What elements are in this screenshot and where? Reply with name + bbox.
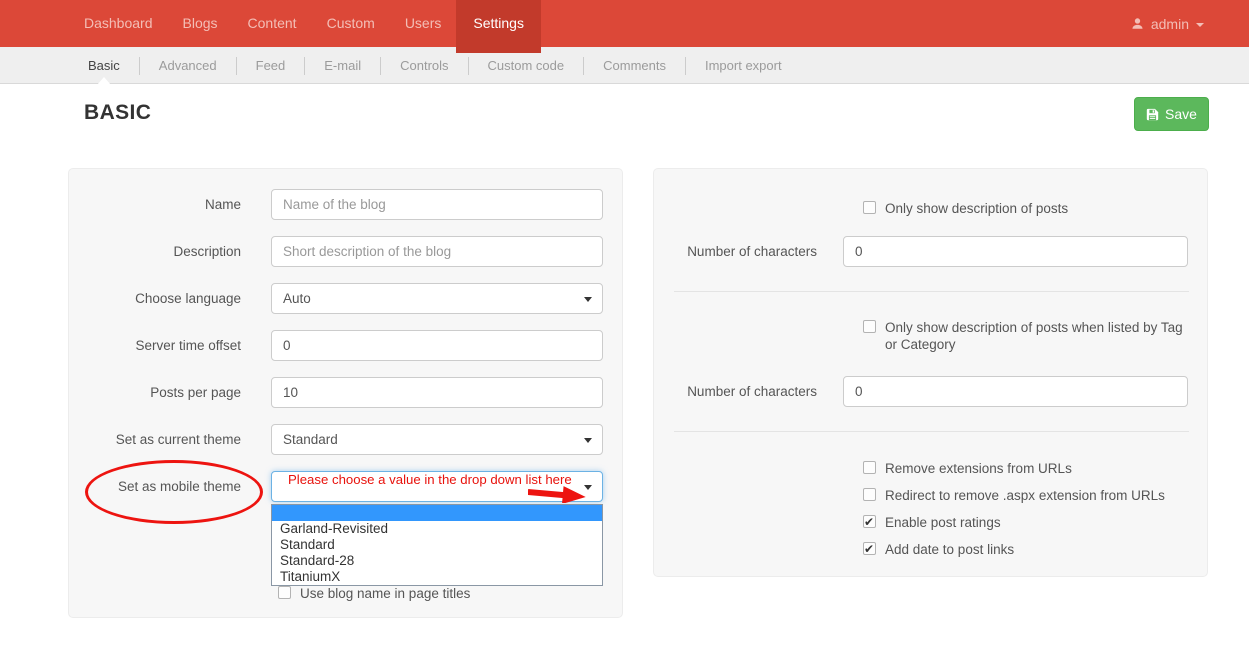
language-label: Choose language [69,283,241,314]
section-divider [674,291,1189,292]
nav-item-content[interactable]: Content [233,0,312,47]
desc-by-tag-label: Only show description of posts when list… [885,319,1183,353]
description-input[interactable] [271,236,603,267]
posts-per-page-row: Posts per page [69,377,624,408]
remove-extensions-checkbox[interactable] [863,461,876,474]
user-icon [1131,17,1144,30]
desc-tag-row: Only show description of posts when list… [863,319,1183,353]
num-chars-row-1: Number of characters [654,236,1209,267]
mobile-theme-dropdown-list: Garland-Revisited Standard Standard-28 T… [271,504,603,586]
current-theme-label: Set as current theme [69,424,241,455]
redirect-aspx-label: Redirect to remove .aspx extension from … [885,487,1165,504]
select-caret-icon [584,297,592,302]
desc-posts-row: Only show description of posts [863,200,1068,217]
nav-item-custom[interactable]: Custom [312,0,390,47]
save-button-label: Save [1165,106,1197,122]
select-caret-icon [584,485,592,490]
language-row: Choose language Auto [69,283,624,314]
desc-by-tag-checkbox[interactable] [863,320,876,333]
settings-subnav: Basic Advanced Feed E-mail Controls Cust… [0,47,1249,84]
posts-per-page-input[interactable] [271,377,603,408]
use-blog-name-row: Use blog name in page titles [278,585,470,602]
select-caret-icon [584,438,592,443]
top-nav-items: Dashboard Blogs Content Custom Users Set… [69,0,541,47]
enable-ratings-row: Enable post ratings [863,514,1001,531]
nav-item-blogs[interactable]: Blogs [168,0,233,47]
page-title: BASIC [84,101,151,125]
num-chars-input-1[interactable] [843,236,1188,267]
tab-email[interactable]: E-mail [305,47,380,84]
name-label: Name [69,189,241,220]
enable-ratings-checkbox[interactable] [863,515,876,528]
save-disk-icon [1146,108,1159,121]
nav-item-dashboard[interactable]: Dashboard [69,0,168,47]
annotation-ellipse [85,460,263,524]
enable-ratings-label: Enable post ratings [885,514,1001,531]
language-select-value: Auto [283,291,311,306]
num-chars-label-2: Number of characters [654,376,817,407]
dropdown-option-standard[interactable]: Standard [272,537,602,553]
tab-import-export[interactable]: Import export [686,47,801,84]
dropdown-option-standard-28[interactable]: Standard-28 [272,553,602,569]
language-select[interactable]: Auto [271,283,603,314]
dropdown-option-empty[interactable] [272,505,602,521]
add-date-label: Add date to post links [885,541,1014,558]
use-blog-name-checkbox[interactable] [278,586,291,599]
chevron-down-icon [1196,23,1204,27]
user-name: admin [1151,16,1189,32]
current-theme-select-value: Standard [283,432,338,447]
description-label: Description [69,236,241,267]
section-divider [674,431,1189,432]
settings-basic-page: { "topnav": { "items": [ {"label": "Dash… [0,0,1249,665]
add-date-checkbox[interactable] [863,542,876,555]
user-menu[interactable]: admin [1131,0,1204,47]
time-offset-label: Server time offset [69,330,241,361]
num-chars-input-2[interactable] [843,376,1188,407]
blog-settings-panel: Name Description Choose language Auto Se… [68,168,623,618]
tab-comments[interactable]: Comments [584,47,685,84]
time-offset-row: Server time offset [69,330,624,361]
add-date-row: Add date to post links [863,541,1014,558]
nav-item-settings[interactable]: Settings [456,0,541,53]
only-show-description-label: Only show description of posts [885,200,1068,217]
dropdown-option-titaniumx[interactable]: TitaniumX [272,569,602,585]
redirect-aspx-checkbox[interactable] [863,488,876,501]
name-row: Name [69,189,624,220]
tab-feed[interactable]: Feed [237,47,305,84]
remove-extensions-label: Remove extensions from URLs [885,460,1072,477]
name-input[interactable] [271,189,603,220]
posts-per-page-label: Posts per page [69,377,241,408]
current-theme-select[interactable]: Standard [271,424,603,455]
time-offset-input[interactable] [271,330,603,361]
tab-advanced[interactable]: Advanced [140,47,236,84]
current-theme-row: Set as current theme Standard [69,424,624,455]
mobile-theme-select[interactable]: Please choose a value in the drop down l… [271,471,603,502]
only-show-description-checkbox[interactable] [863,201,876,214]
tab-basic[interactable]: Basic [69,47,139,84]
num-chars-row-2: Number of characters [654,376,1209,407]
use-blog-name-label: Use blog name in page titles [300,585,470,602]
num-chars-label-1: Number of characters [654,236,817,267]
save-button[interactable]: Save [1134,97,1209,131]
dropdown-option-garland-revisited[interactable]: Garland-Revisited [272,521,602,537]
remove-extensions-row: Remove extensions from URLs [863,460,1072,477]
tab-controls[interactable]: Controls [381,47,467,84]
description-row: Description [69,236,624,267]
nav-item-users[interactable]: Users [390,0,457,47]
redirect-aspx-row: Redirect to remove .aspx extension from … [863,487,1165,504]
post-display-settings-panel: Only show description of posts Number of… [653,168,1208,577]
top-navbar: Dashboard Blogs Content Custom Users Set… [0,0,1249,47]
subnav-items: Basic Advanced Feed E-mail Controls Cust… [69,47,801,84]
